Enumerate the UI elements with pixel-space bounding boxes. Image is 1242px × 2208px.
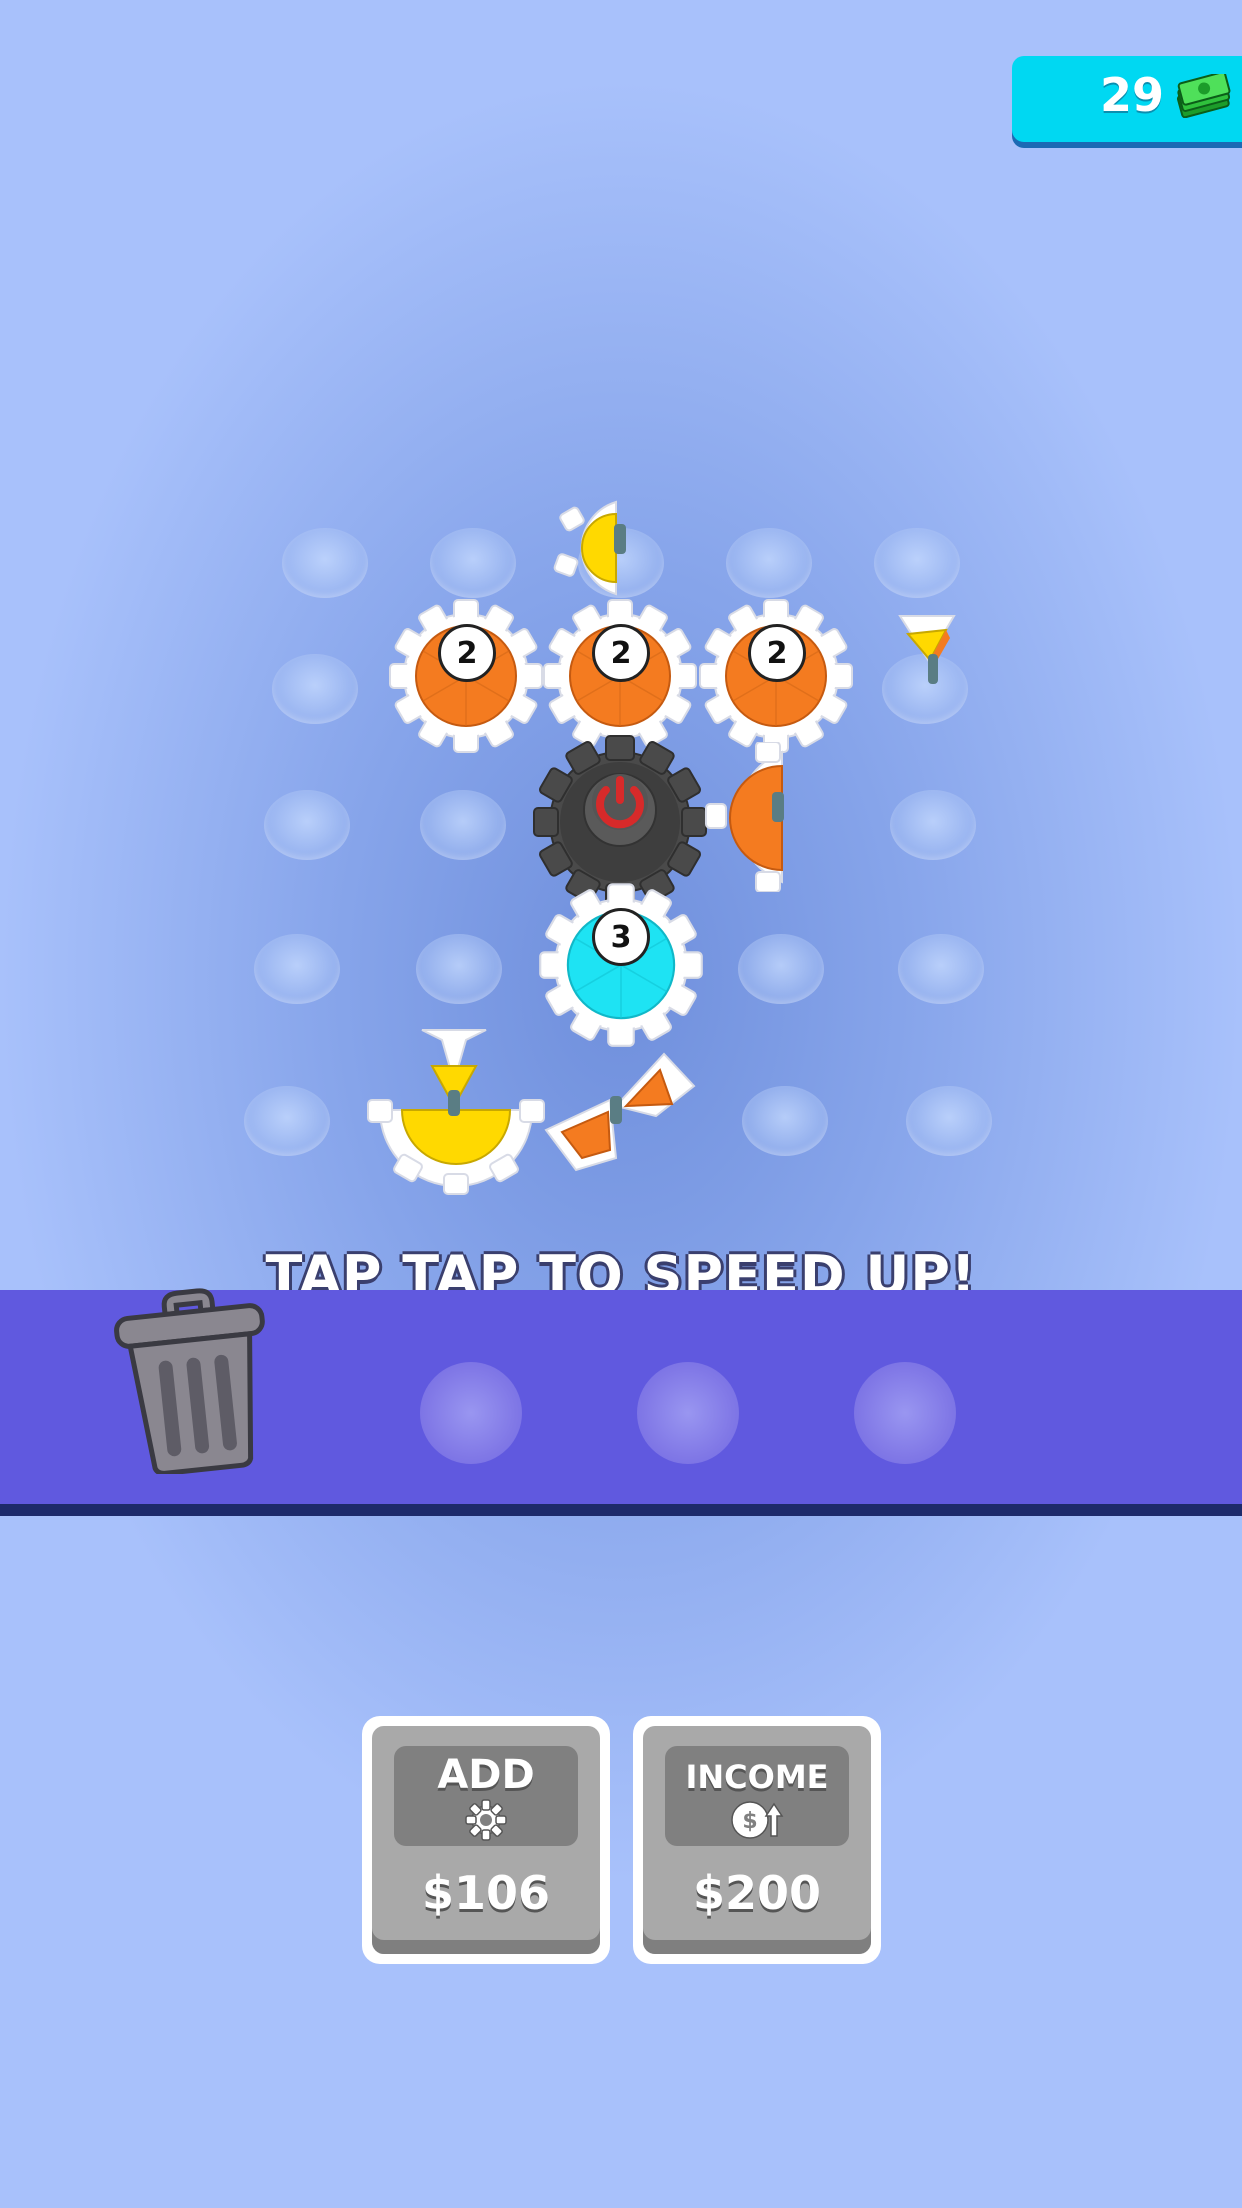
income-upgrade-price: $200 [692,1866,822,1920]
partial-gear-yellow[interactable] [546,496,636,600]
svg-text:$: $ [742,1809,757,1834]
board-slot[interactable] [738,934,824,1004]
gear-level-2[interactable]: 2 [386,596,546,760]
board-slot[interactable] [282,528,368,598]
partial-gear-yellow-half[interactable] [366,1026,546,1200]
board-slot[interactable] [906,1086,992,1156]
partial-gear-orange-wedges[interactable] [536,1046,706,1180]
board-slot[interactable] [430,528,516,598]
board-slot[interactable] [244,1086,330,1156]
board-slot[interactable] [742,1086,828,1156]
income-upgrade-button-face: INCOME $ $200 [643,1726,871,1954]
gear-board[interactable]: 2 2 2 3 [0,0,1242,1300]
add-gear-button-face: ADD $106 [372,1726,600,1954]
partial-gear-yellow-slice[interactable] [894,608,964,692]
income-upgrade-button[interactable]: INCOME $ $200 [633,1716,881,1964]
tray-slot[interactable] [854,1362,956,1464]
board-slot[interactable] [254,934,340,1004]
gear-icon [464,1798,508,1846]
add-gear-price: $106 [421,1866,551,1920]
add-gear-header: ADD [394,1746,578,1846]
board-slot[interactable] [272,654,358,724]
trash-can-icon[interactable] [112,1284,272,1478]
gear-level-label: 2 [748,624,806,682]
tray-slot[interactable] [420,1362,522,1464]
dollar-up-icon: $ [730,1798,784,1846]
income-upgrade-title: INCOME [685,1758,829,1796]
board-slot[interactable] [726,528,812,598]
board-slot[interactable] [420,790,506,860]
board-slot[interactable] [874,528,960,598]
gear-level-label: 2 [438,624,496,682]
board-slot[interactable] [890,790,976,860]
gear-level-3[interactable]: 3 [536,880,706,1054]
gear-level-label: 3 [592,908,650,966]
income-upgrade-header: INCOME $ [665,1746,849,1846]
add-gear-button[interactable]: ADD $106 [362,1716,610,1964]
board-slot[interactable] [264,790,350,860]
board-slot[interactable] [898,934,984,1004]
tray-slot[interactable] [637,1362,739,1464]
partial-gear-orange[interactable] [700,741,790,896]
board-slot[interactable] [416,934,502,1004]
add-gear-title: ADD [437,1752,535,1798]
gear-level-label: 2 [592,624,650,682]
gear-level-2[interactable]: 2 [696,596,856,760]
